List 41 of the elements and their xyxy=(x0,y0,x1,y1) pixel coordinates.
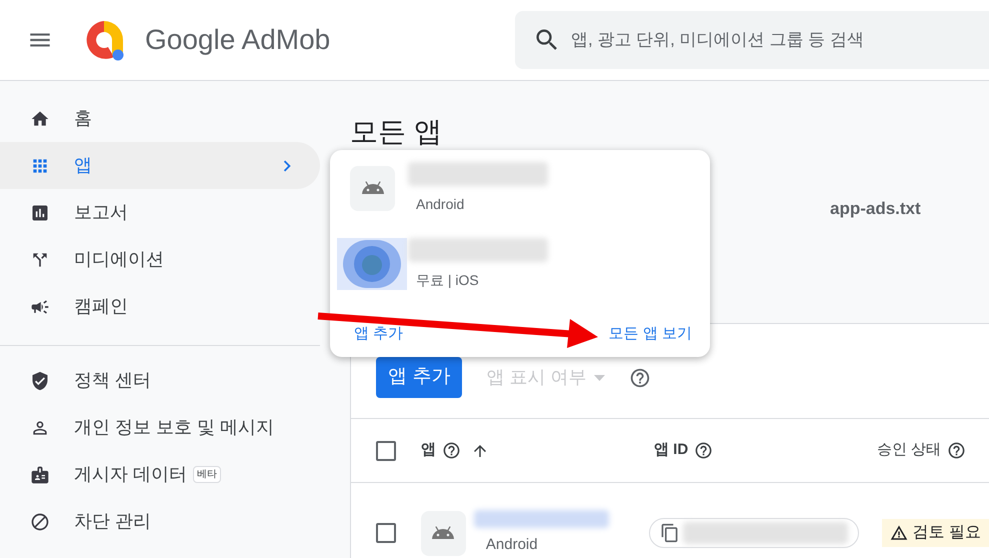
sidebar-item[interactable]: 캠페인 xyxy=(0,283,320,330)
sidebar-item[interactable]: 게시자 데이터 베타 xyxy=(0,451,320,498)
platform-label: Android xyxy=(486,534,539,555)
bar-chart-icon xyxy=(30,202,50,222)
popup-app-item[interactable]: 무료 | iOS xyxy=(330,226,710,302)
help-icon[interactable] xyxy=(442,441,461,460)
column-header[interactable]: 앱 xyxy=(421,439,436,462)
popup-app-item[interactable]: Android xyxy=(330,150,710,226)
id-badge-icon xyxy=(30,464,50,484)
shield-check-icon xyxy=(30,370,50,390)
column-header[interactable]: 승인 상태 xyxy=(877,439,942,462)
add-app-button[interactable]: 앱 추가 xyxy=(376,357,462,398)
sidebar-item[interactable]: 차단 관리 xyxy=(0,498,320,545)
warning-icon xyxy=(890,524,908,542)
help-icon[interactable] xyxy=(694,441,714,460)
sidebar-item[interactable]: 개인 정보 보호 및 메시지 xyxy=(0,404,320,451)
help-icon[interactable] xyxy=(947,441,966,460)
dropdown-caret-icon xyxy=(594,374,606,380)
home-icon xyxy=(30,108,50,128)
add-app-link[interactable]: 앱 추가 xyxy=(354,322,404,345)
help-icon[interactable] xyxy=(629,367,652,389)
sidebar-item[interactable]: 보고서 xyxy=(0,189,320,236)
sidebar-item[interactable]: 홈 xyxy=(0,95,320,142)
copy-icon[interactable] xyxy=(660,523,680,543)
view-all-apps-link[interactable]: 모든 앱 보기 xyxy=(608,322,692,345)
beta-badge: 베타 xyxy=(193,466,222,483)
platform-label: Android xyxy=(416,194,466,214)
checkbox[interactable] xyxy=(376,523,396,543)
app-ads-tab[interactable]: app-ads.txt xyxy=(830,196,921,222)
search-bar[interactable]: 앱, 광고 단위, 미디에이션 그룹 등 검색 xyxy=(515,11,989,69)
search-field[interactable]: 앱, 광고 단위, 미디에이션 그룹 등 검색 xyxy=(571,27,989,53)
sidebar-item[interactable]: 정책 센터 xyxy=(0,357,320,404)
column-header[interactable]: 앱 ID xyxy=(654,439,688,462)
brand-name: Google AdMob xyxy=(145,23,330,57)
page-title: 모든 앱 xyxy=(350,115,443,149)
checkbox[interactable] xyxy=(376,440,396,460)
block-icon xyxy=(30,512,50,532)
platform-label: 무료 | iOS xyxy=(416,270,480,290)
sidebar-item[interactable]: 앱 xyxy=(0,142,320,189)
sidebar-item[interactable]: 미디에이션 xyxy=(0,236,320,283)
status-badge: 검토 필요 xyxy=(882,519,989,547)
